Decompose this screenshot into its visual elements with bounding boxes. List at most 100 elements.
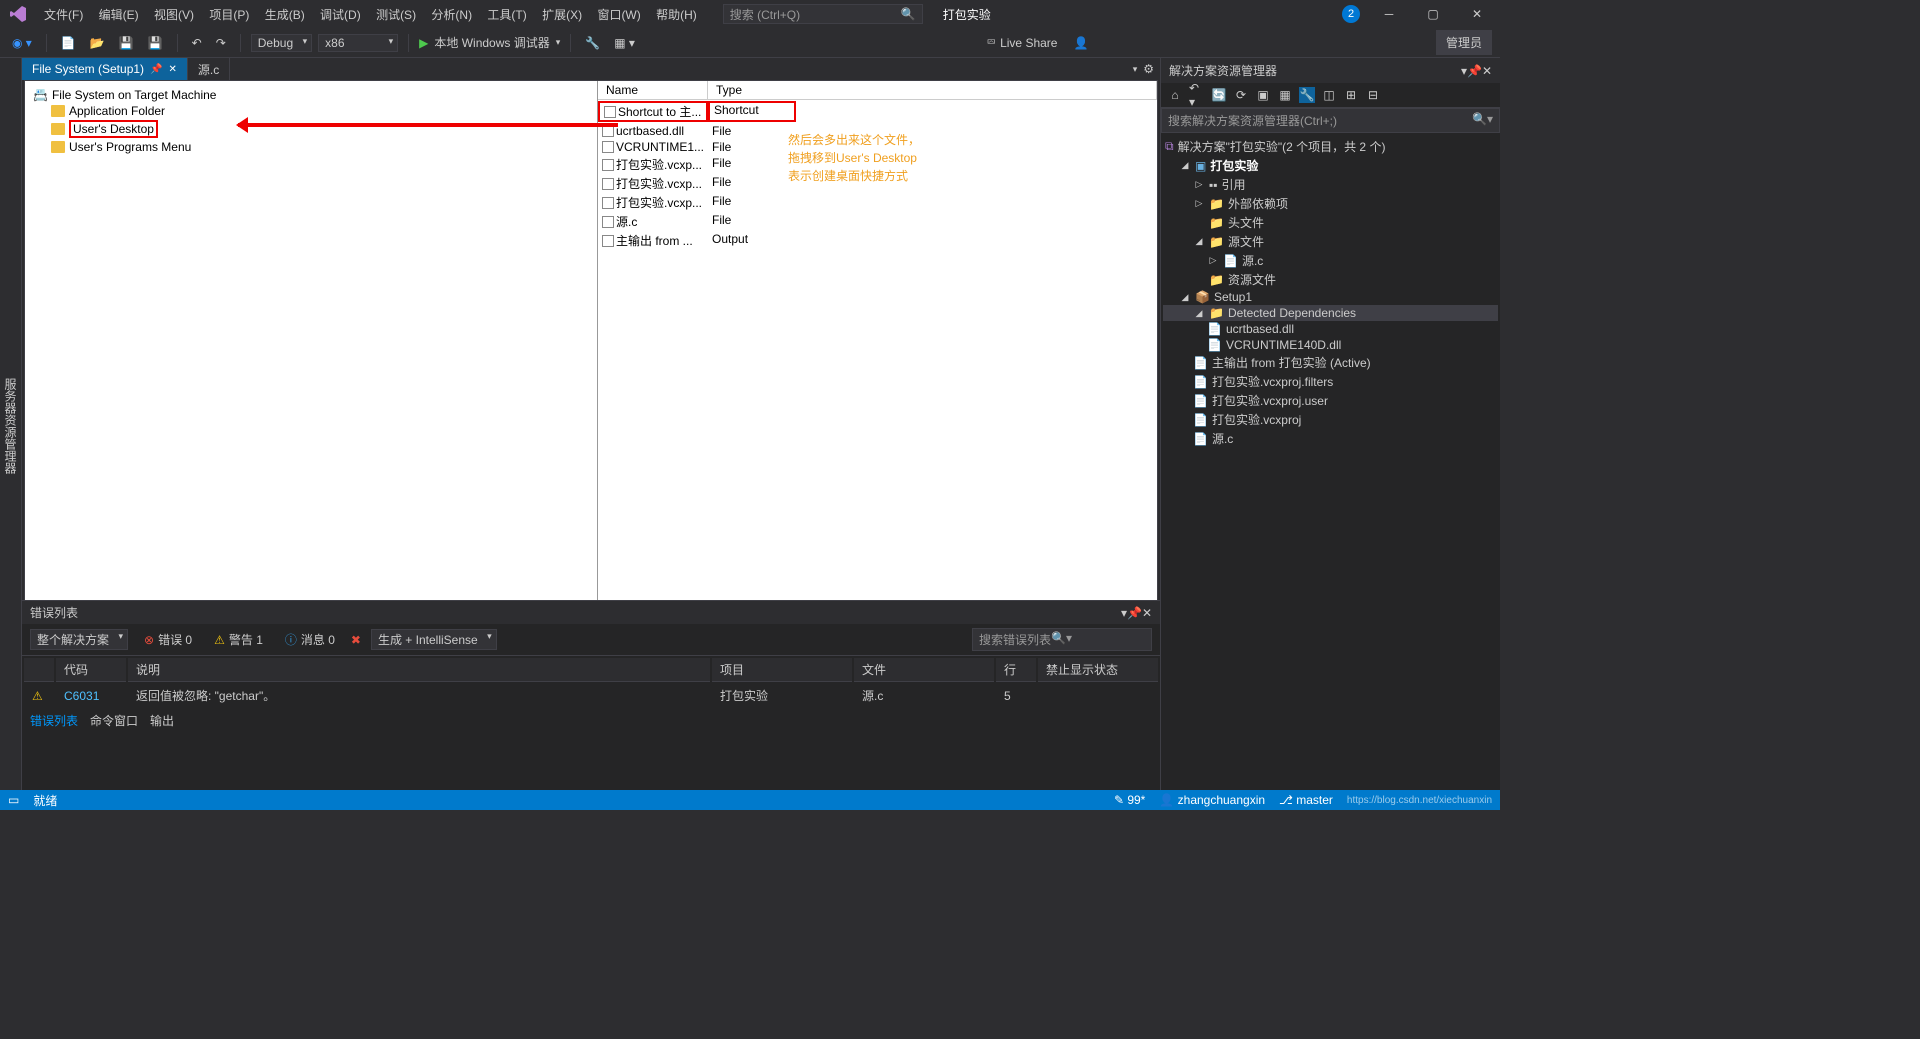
out4-node[interactable]: 📄 打包实验.vcxproj [1163, 410, 1498, 429]
status-branch[interactable]: ⎇ master [1279, 793, 1333, 807]
admin-button[interactable]: 管理员 [1436, 30, 1492, 55]
menu-project[interactable]: 项目(P) [203, 8, 255, 22]
save-button[interactable]: 💾 [115, 34, 138, 52]
status-pencil-icon[interactable]: ✎ 99* [1114, 793, 1145, 807]
tab-source[interactable]: 源.c [188, 58, 230, 80]
menu-view[interactable]: 视图(V) [148, 8, 200, 22]
nav-back-button[interactable]: ◉ ▾ [8, 34, 36, 52]
dd-node[interactable]: ◢📁 Detected Dependencies [1163, 305, 1498, 321]
tb-icon-2[interactable]: ▦ ▾ [610, 34, 639, 52]
out2-node[interactable]: 📄 打包实验.vcxproj.filters [1163, 372, 1498, 391]
pin-icon[interactable]: 📌 [1467, 64, 1482, 78]
tb-icon-1[interactable]: 🔧 [581, 34, 604, 52]
ext-node[interactable]: ▷📁 外部依赖项 [1163, 194, 1498, 213]
warnings-filter[interactable]: ⚠警告 1 [208, 630, 269, 649]
notification-badge[interactable]: 2 [1342, 5, 1360, 23]
col-line[interactable]: 行 [996, 658, 1036, 682]
menu-analyze[interactable]: 分析(N) [425, 8, 478, 22]
tab-command[interactable]: 命令窗口 [90, 712, 138, 729]
status-user[interactable]: 👤 zhangchuangxin [1159, 793, 1265, 807]
list-item[interactable]: 主输出 from ...Output [598, 231, 1157, 250]
fs-user-desktop[interactable]: User's Desktop [33, 119, 589, 139]
list-item[interactable]: 打包实验.vcxp...File [598, 193, 1157, 212]
col-file[interactable]: 文件 [854, 658, 994, 682]
col-proj[interactable]: 项目 [712, 658, 852, 682]
home-icon[interactable]: ⌂ [1167, 87, 1183, 103]
view2-icon[interactable]: ⊟ [1365, 87, 1381, 103]
error-row[interactable]: ⚠ C6031 返回值被忽略: "getchar"。 打包实验 源.c 5 [24, 684, 1158, 707]
close-icon[interactable]: ✕ [1482, 64, 1492, 78]
maximize-button[interactable]: ▢ [1418, 7, 1448, 21]
collapse-icon[interactable]: ▣ [1255, 87, 1271, 103]
tab-filesystem[interactable]: File System (Setup1) 📌 ✕ [22, 58, 188, 80]
out5-node[interactable]: 📄 源.c [1163, 429, 1498, 448]
menu-tools[interactable]: 工具(T) [481, 8, 532, 22]
platform-dropdown[interactable]: x86 [318, 34, 398, 52]
output-icon[interactable]: ▭ [8, 793, 19, 807]
hdr-node[interactable]: 📁 头文件 [1163, 213, 1498, 232]
tab-errorlist[interactable]: 错误列表 [30, 712, 78, 729]
list-item[interactable]: 源.cFile [598, 212, 1157, 231]
setup-node[interactable]: ◢📦 Setup1 [1163, 289, 1498, 305]
col-desc[interactable]: 说明 [128, 658, 710, 682]
config-dropdown[interactable]: Debug [251, 34, 312, 52]
account-icon[interactable]: 👤 [1073, 36, 1088, 50]
srcfile-node[interactable]: ▷📄 源.c [1163, 251, 1498, 270]
tab-output[interactable]: 输出 [150, 712, 174, 729]
dep2-node[interactable]: 📄 VCRUNTIME140D.dll [1163, 337, 1498, 353]
solexp-search[interactable]: 搜索解决方案资源管理器(Ctrl+;)🔍▾ [1161, 108, 1500, 133]
errorlist-search[interactable]: 搜索错误列表🔍▾ [972, 628, 1152, 651]
view-icon[interactable]: ⊞ [1343, 87, 1359, 103]
errors-filter[interactable]: ⊗错误 0 [138, 630, 198, 649]
properties-icon[interactable]: 🔧 [1299, 87, 1315, 103]
redo-button[interactable]: ↷ [212, 34, 230, 52]
save-all-button[interactable]: 💾 [144, 34, 167, 52]
fs-user-programs[interactable]: User's Programs Menu [33, 139, 589, 155]
sync-icon[interactable]: 🔄 [1211, 87, 1227, 103]
fs-app-folder[interactable]: Application Folder [33, 103, 589, 119]
col-type[interactable]: Type [708, 81, 1157, 99]
close-button[interactable]: ✕ [1462, 7, 1492, 21]
col-code[interactable]: 代码 [56, 658, 126, 682]
refresh-icon[interactable]: ⟳ [1233, 87, 1249, 103]
start-debug-button[interactable]: 本地 Windows 调试器 [434, 34, 549, 51]
clear-icon[interactable]: ✖ [351, 633, 361, 647]
close-tab-icon[interactable]: ✕ [169, 64, 177, 75]
scope-dropdown[interactable]: 整个解决方案 [30, 629, 128, 650]
dep1-node[interactable]: 📄 ucrtbased.dll [1163, 321, 1498, 337]
list-item[interactable]: Shortcut to 主...Shortcut [598, 100, 1157, 123]
build-dropdown[interactable]: 生成 + IntelliSense [371, 629, 497, 650]
pin-icon[interactable]: 📌 [1127, 606, 1142, 620]
menu-extensions[interactable]: 扩展(X) [536, 8, 588, 22]
messages-filter[interactable]: ⓘ消息 0 [279, 630, 341, 649]
preview-icon[interactable]: ◫ [1321, 87, 1337, 103]
solution-node[interactable]: ⧉ 解决方案"打包实验"(2 个项目，共 2 个) [1163, 137, 1498, 156]
tab-settings-icon[interactable]: ⚙ [1143, 62, 1154, 76]
server-explorer-tab[interactable]: 服务器资源管理器 [0, 370, 21, 482]
src-node[interactable]: ◢📁 源文件 [1163, 232, 1498, 251]
menu-build[interactable]: 生成(B) [259, 8, 311, 22]
out3-node[interactable]: 📄 打包实验.vcxproj.user [1163, 391, 1498, 410]
show-all-icon[interactable]: ▦ [1277, 87, 1293, 103]
project-node[interactable]: ◢▣ 打包实验 [1163, 156, 1498, 175]
res-node[interactable]: 📁 资源文件 [1163, 270, 1498, 289]
col-name[interactable]: Name [598, 81, 708, 99]
menu-debug[interactable]: 调试(D) [314, 8, 367, 22]
pin-icon[interactable]: 📌 [150, 64, 162, 75]
open-button[interactable]: 📂 [86, 34, 109, 52]
menu-window[interactable]: 窗口(W) [591, 8, 646, 22]
out1-node[interactable]: 📄 主输出 from 打包实验 (Active) [1163, 353, 1498, 372]
menu-test[interactable]: 测试(S) [370, 8, 422, 22]
quick-search[interactable]: 搜索 (Ctrl+Q)🔍 [723, 4, 923, 24]
close-icon[interactable]: ✕ [1142, 606, 1152, 620]
minimize-button[interactable]: ─ [1374, 7, 1404, 21]
menu-help[interactable]: 帮助(H) [650, 8, 703, 22]
col-supp[interactable]: 禁止显示状态 [1038, 658, 1158, 682]
live-share-button[interactable]: Live Share [1000, 36, 1057, 50]
refs-node[interactable]: ▷▪▪ 引用 [1163, 175, 1498, 194]
back-icon[interactable]: ↶ ▾ [1189, 87, 1205, 103]
new-file-button[interactable]: 📄 [57, 34, 80, 52]
menu-edit[interactable]: 编辑(E) [93, 8, 145, 22]
tab-overflow-icon[interactable]: ▾ [1133, 64, 1138, 75]
menu-file[interactable]: 文件(F) [38, 8, 89, 22]
